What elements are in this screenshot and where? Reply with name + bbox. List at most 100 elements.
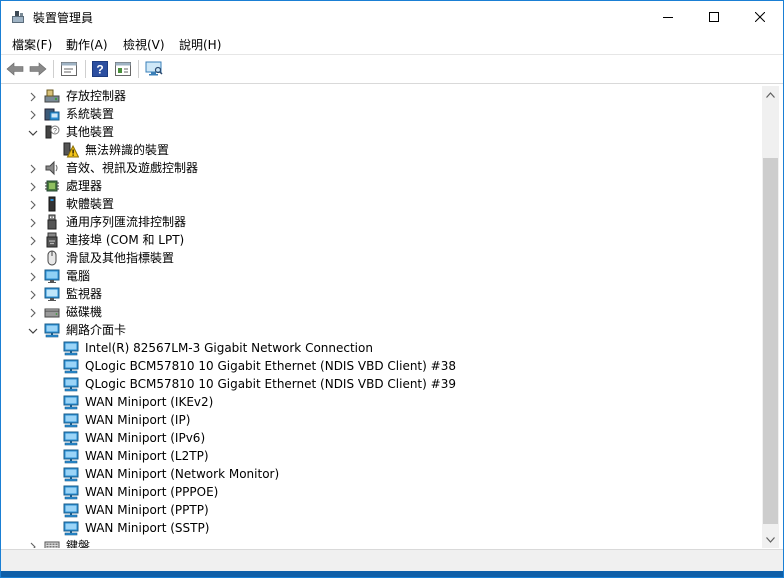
title-bar[interactable]: 裝置管理員 xyxy=(1,1,783,33)
unknown-device-warning-icon xyxy=(63,142,80,158)
tree-device-row[interactable]: WAN Miniport (Network Monitor) xyxy=(4,465,762,483)
network-adapter-icon xyxy=(63,448,79,464)
tree-item-label: Intel(R) 82567LM-3 Gigabit Network Conne… xyxy=(85,341,373,355)
forward-icon xyxy=(29,62,47,76)
view-icon xyxy=(115,62,131,76)
tree-category-row[interactable]: 鍵盤 xyxy=(4,537,762,548)
tree-device-row[interactable]: QLogic BCM57810 10 Gigabit Ethernet (NDI… xyxy=(4,357,762,375)
tree-category-row[interactable]: 存放控制器 xyxy=(4,87,762,105)
chevron-right-icon[interactable] xyxy=(28,163,38,174)
device-tree[interactable]: 存放控制器 系統裝置? 其他裝置無法辨識的裝置音效、視訊及遊戲控制器處理器軟體裝置通… xyxy=(4,86,762,548)
forward-button[interactable] xyxy=(28,59,48,79)
chevron-right-icon[interactable] xyxy=(28,235,38,246)
tree-category-row[interactable]: 連接埠 (COM 和 LPT) xyxy=(4,231,762,249)
tree-item-label: 軟體裝置 xyxy=(66,197,115,211)
processor-icon xyxy=(44,178,60,194)
network-adapter-icon xyxy=(63,340,79,356)
svg-text:?: ? xyxy=(96,63,103,77)
tree-device-row[interactable]: QLogic BCM57810 10 Gigabit Ethernet (NDI… xyxy=(4,375,762,393)
back-button[interactable] xyxy=(5,59,25,79)
chevron-right-icon[interactable] xyxy=(28,253,38,264)
tree-device-row[interactable]: WAN Miniport (SSTP) xyxy=(4,519,762,537)
monitor-scan-icon xyxy=(145,61,163,76)
disk-drive-icon xyxy=(44,304,60,320)
network-adapter-icon xyxy=(44,322,60,338)
chevron-down-icon xyxy=(766,536,775,543)
chevron-right-icon[interactable] xyxy=(28,289,38,300)
view-button[interactable] xyxy=(113,59,133,79)
tree-category-row[interactable]: 處理器 xyxy=(4,177,762,195)
close-button[interactable] xyxy=(737,1,783,33)
tree-category-row[interactable]: 網路介面卡 xyxy=(4,321,762,339)
usb-icon xyxy=(44,214,60,230)
tree-item-label: WAN Miniport (IKEv2) xyxy=(85,395,214,409)
tree-item-label: WAN Miniport (IPv6) xyxy=(85,431,206,445)
tree-device-row[interactable]: WAN Miniport (IPv6) xyxy=(4,429,762,447)
tree-item-label: 通用序列匯流排控制器 xyxy=(66,215,187,229)
scroll-down-button[interactable] xyxy=(762,531,779,548)
other-device-icon: ? xyxy=(44,124,60,140)
tree-category-row[interactable]: 通用序列匯流排控制器 xyxy=(4,213,762,231)
chevron-right-icon[interactable] xyxy=(28,91,38,102)
tree-item-label: 監視器 xyxy=(66,287,103,301)
tree-item-label: 電腦 xyxy=(66,269,91,283)
menu-help[interactable]: 說明(H) xyxy=(179,36,221,53)
window-bottom-border xyxy=(1,571,783,577)
chevron-right-icon[interactable] xyxy=(28,271,38,282)
properties-icon xyxy=(61,62,77,76)
network-adapter-icon xyxy=(63,466,79,482)
chevron-down-icon[interactable] xyxy=(28,325,38,335)
menu-file[interactable]: 檔案(F) xyxy=(12,36,52,53)
network-adapter-icon xyxy=(63,412,79,428)
minimize-button[interactable] xyxy=(645,1,691,33)
tree-device-row[interactable]: 無法辨識的裝置 xyxy=(4,141,762,159)
tree-category-row[interactable]: 滑鼠及其他指標裝置 xyxy=(4,249,762,267)
chevron-right-icon[interactable] xyxy=(28,181,38,192)
system-device-icon xyxy=(44,106,60,122)
tree-category-row[interactable]: 音效、視訊及遊戲控制器 xyxy=(4,159,762,177)
chevron-right-icon[interactable] xyxy=(28,217,38,228)
chevron-right-icon[interactable] xyxy=(28,199,38,210)
vertical-scrollbar[interactable] xyxy=(762,86,779,548)
chevron-right-icon[interactable] xyxy=(28,307,38,318)
help-button[interactable]: ? xyxy=(90,59,110,79)
port-icon xyxy=(44,232,60,248)
help-icon: ? xyxy=(92,61,108,77)
window-title: 裝置管理員 xyxy=(33,11,94,25)
tree-item-label: 處理器 xyxy=(66,179,103,193)
maximize-button[interactable] xyxy=(691,1,737,33)
tree-device-row[interactable]: Intel(R) 82567LM-3 Gigabit Network Conne… xyxy=(4,339,762,357)
tree-category-row[interactable]: 監視器 xyxy=(4,285,762,303)
tree-device-row[interactable]: WAN Miniport (PPPOE) xyxy=(4,483,762,501)
network-adapter-icon xyxy=(63,520,79,536)
properties-button[interactable] xyxy=(59,59,79,79)
tree-category-row[interactable]: 磁碟機 xyxy=(4,303,762,321)
network-adapter-icon xyxy=(63,376,79,392)
toolbar-separator xyxy=(138,60,139,78)
tree-item-label: WAN Miniport (Network Monitor) xyxy=(85,467,280,481)
software-device-icon xyxy=(44,196,60,212)
tree-item-label: 無法辨識的裝置 xyxy=(85,143,170,157)
tree-category-row[interactable]: 電腦 xyxy=(4,267,762,285)
tree-category-row[interactable]: ? 其他裝置 xyxy=(4,123,762,141)
network-adapter-icon xyxy=(63,502,79,518)
scrollbar-thumb[interactable] xyxy=(763,158,778,524)
scan-hardware-button[interactable] xyxy=(144,59,164,79)
chevron-right-icon[interactable] xyxy=(28,109,38,120)
tree-item-label: WAN Miniport (PPPOE) xyxy=(85,485,219,499)
tree-category-row[interactable]: 軟體裝置 xyxy=(4,195,762,213)
scroll-up-button[interactable] xyxy=(762,86,779,103)
mouse-icon xyxy=(44,250,60,266)
menu-view[interactable]: 檢視(V) xyxy=(123,36,165,53)
network-adapter-icon xyxy=(63,394,79,410)
tree-category-row[interactable]: 系統裝置 xyxy=(4,105,762,123)
tree-item-label: WAN Miniport (IP) xyxy=(85,413,191,427)
tree-device-row[interactable]: WAN Miniport (PPTP) xyxy=(4,501,762,519)
chevron-right-icon[interactable] xyxy=(28,541,38,548)
tree-device-row[interactable]: WAN Miniport (IP) xyxy=(4,411,762,429)
chevron-down-icon[interactable] xyxy=(28,127,38,137)
tree-device-row[interactable]: WAN Miniport (IKEv2) xyxy=(4,393,762,411)
menu-action[interactable]: 動作(A) xyxy=(66,36,108,53)
storage-controller-icon xyxy=(44,88,60,104)
tree-device-row[interactable]: WAN Miniport (L2TP) xyxy=(4,447,762,465)
